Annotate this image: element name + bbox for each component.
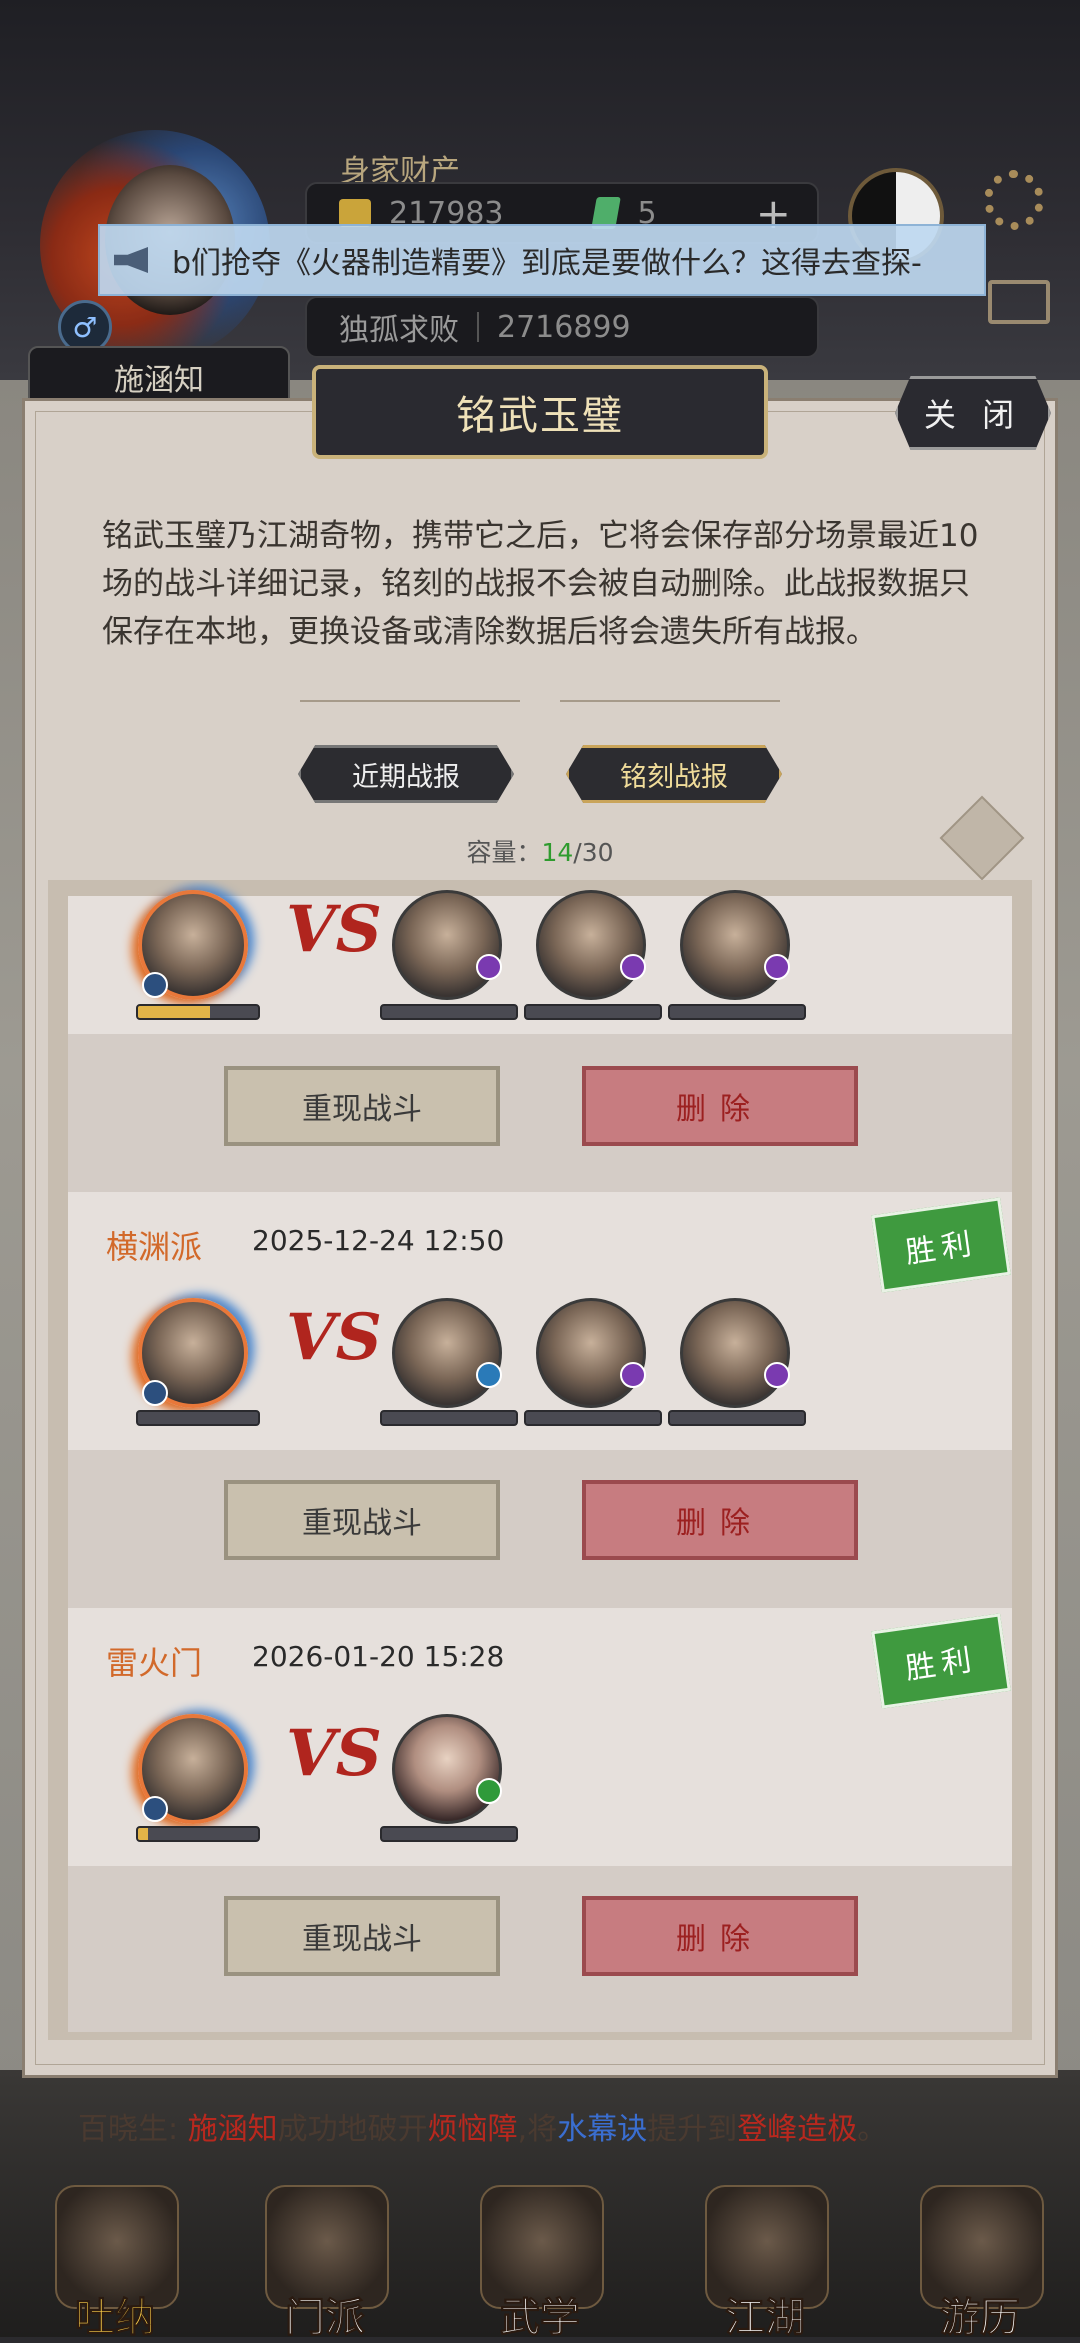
opponent-hp-bar bbox=[380, 1004, 518, 1020]
nav-label: 门派 bbox=[285, 2294, 366, 2342]
sect-icon bbox=[476, 1362, 502, 1388]
replay-battle-button[interactable]: 重现战斗 bbox=[224, 1896, 500, 1976]
battle-card: VS 重现战斗 删除 bbox=[68, 890, 1012, 1200]
victory-badge: 胜利 bbox=[871, 1197, 1011, 1293]
nav-sect[interactable]: 门派 bbox=[250, 2185, 400, 2342]
megaphone-icon bbox=[114, 247, 148, 273]
player-hp-fill bbox=[138, 1006, 210, 1018]
opponent-hp-bar bbox=[668, 1004, 806, 1020]
delete-button[interactable]: 删除 bbox=[582, 1480, 858, 1560]
nav-jianghu[interactable]: 江湖 bbox=[690, 2185, 840, 2342]
delete-button[interactable]: 删除 bbox=[582, 1896, 858, 1976]
news-text: 成功地破开 bbox=[277, 2112, 428, 2147]
vs-icon: VS bbox=[286, 892, 382, 967]
player-hp-bar bbox=[136, 1004, 260, 1020]
player-hp-bar bbox=[136, 1410, 260, 1426]
sect-icon bbox=[764, 954, 790, 980]
divider-left bbox=[300, 700, 520, 702]
nav-breathing[interactable]: 吐纳 bbox=[40, 2185, 190, 2342]
opponent-portrait bbox=[392, 890, 502, 1000]
battle-card: 横渊派 2025-12-24 12:50 胜利 VS 重现战斗 删除 bbox=[68, 1192, 1012, 1616]
panel-title: 铭武玉璧 bbox=[312, 365, 768, 459]
male-icon bbox=[142, 1796, 168, 1822]
close-button[interactable]: 关 闭 bbox=[895, 376, 1051, 450]
vs-icon: VS bbox=[286, 1300, 382, 1375]
gold-icon bbox=[339, 199, 371, 227]
news-level: 登峰造极 bbox=[737, 2112, 858, 2147]
sect-icon bbox=[476, 954, 502, 980]
vs-icon: VS bbox=[286, 1716, 382, 1791]
rank-separator bbox=[477, 312, 479, 342]
card-actions: 重现战斗 删除 bbox=[68, 1450, 1012, 1616]
news-player: 施涵知 bbox=[187, 2112, 278, 2147]
sect-icon bbox=[476, 1778, 502, 1804]
opponent-portrait bbox=[536, 890, 646, 1000]
nav-label: 吐纳 bbox=[75, 2294, 156, 2342]
mail-icon[interactable] bbox=[988, 280, 1050, 324]
news-text: 。 bbox=[857, 2112, 888, 2147]
panel-description: 铭武玉璧乃江湖奇物，携带它之后，它将会保存部分场景最近10场的战斗详细记录，铭刻… bbox=[102, 518, 979, 650]
opponent-portrait bbox=[392, 1298, 502, 1408]
news-obstacle: 烦恼障 bbox=[427, 2112, 518, 2147]
sect-icon bbox=[764, 1362, 790, 1388]
tab-recent-reports[interactable]: 近期战报 bbox=[298, 745, 514, 803]
battle-date: 2025-12-24 12:50 bbox=[252, 1224, 505, 1257]
opponent-hp-bar bbox=[380, 1826, 518, 1842]
replay-battle-button[interactable]: 重现战斗 bbox=[224, 1066, 500, 1146]
capacity-label: 容量： bbox=[466, 838, 542, 867]
card-actions: 重现战斗 删除 bbox=[68, 1866, 1012, 2032]
male-icon bbox=[142, 1380, 168, 1406]
battle-list[interactable]: VS 重现战斗 删除 横渊派 2025-12-24 12:50 胜利 VS 重现… bbox=[48, 880, 1032, 2040]
nav-martial-arts[interactable]: 武学 bbox=[465, 2185, 615, 2342]
sect-name: 横渊派 bbox=[106, 1228, 203, 1266]
opponent-portrait bbox=[536, 1298, 646, 1408]
capacity-current: 14 bbox=[541, 838, 574, 867]
opponent-hp-bar bbox=[524, 1004, 662, 1020]
opponent-portrait bbox=[680, 1298, 790, 1408]
rank-title: 独孤求败 bbox=[339, 313, 459, 348]
delete-button[interactable]: 删除 bbox=[582, 1066, 858, 1146]
opponent-hp-bar bbox=[524, 1410, 662, 1426]
sect-icon bbox=[620, 1362, 646, 1388]
replay-battle-button[interactable]: 重现战斗 bbox=[224, 1480, 500, 1560]
capacity-display: 容量：14/30 bbox=[0, 833, 1080, 869]
capacity-total: /30 bbox=[573, 838, 614, 867]
battle-date: 2026-01-20 15:28 bbox=[252, 1640, 505, 1673]
card-actions: 重现战斗 删除 bbox=[68, 1034, 1012, 1200]
announcement-text: b们抢夺《火器制造精要》到底是要做什么？这得去查探- bbox=[172, 246, 922, 281]
opponent-hp-bar bbox=[668, 1410, 806, 1426]
rank-bar: 独孤求败 2716899 bbox=[305, 296, 819, 358]
tab-engraved-reports[interactable]: 铭刻战报 bbox=[566, 745, 782, 803]
nav-travel[interactable]: 游历 bbox=[905, 2185, 1055, 2342]
battle-card: 雷火门 2026-01-20 15:28 胜利 VS 重现战斗 删除 bbox=[68, 1608, 1012, 2032]
nav-label: 游历 bbox=[940, 2294, 1021, 2342]
player-hp-fill bbox=[138, 1828, 148, 1840]
announcement-marquee: b们抢夺《火器制造精要》到底是要做什么？这得去查探- bbox=[98, 224, 986, 296]
player-hp-bar bbox=[136, 1826, 260, 1842]
victory-badge: 胜利 bbox=[871, 1613, 1011, 1709]
news-speaker: 百晓生: bbox=[78, 2112, 179, 2147]
gear-icon[interactable] bbox=[984, 170, 1044, 230]
sect-name: 雷火门 bbox=[106, 1644, 203, 1682]
news-skill: 水幕诀 bbox=[557, 2112, 648, 2147]
divider-right bbox=[560, 700, 780, 702]
nav-label: 武学 bbox=[500, 2294, 581, 2342]
rank-score: 2716899 bbox=[497, 309, 631, 345]
opponent-portrait bbox=[680, 890, 790, 1000]
opponent-portrait bbox=[392, 1714, 502, 1824]
news-text: 提升到 bbox=[647, 2112, 738, 2147]
male-icon bbox=[142, 972, 168, 998]
sect-icon bbox=[620, 954, 646, 980]
news-feed: 百晓生: 施涵知成功地破开烦恼障,将水幕诀提升到登峰造极。 bbox=[78, 2104, 1038, 2148]
opponent-hp-bar bbox=[380, 1410, 518, 1426]
nav-label: 江湖 bbox=[725, 2294, 806, 2342]
news-text: ,将 bbox=[517, 2112, 558, 2147]
